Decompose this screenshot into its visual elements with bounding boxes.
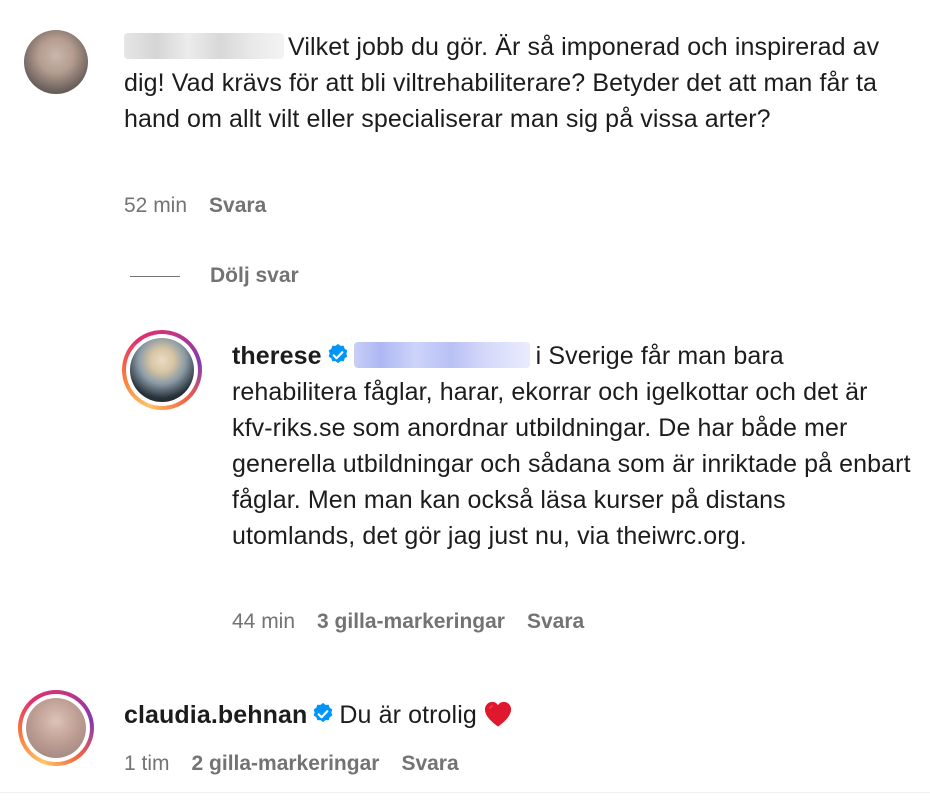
reply-username[interactable]: therese (232, 342, 322, 370)
story-ring (126, 334, 198, 406)
reply-button[interactable]: Svara (527, 610, 584, 633)
comment-body: claudia.behnan Du är otrolig (124, 697, 914, 733)
heart-emoji-icon (484, 701, 511, 727)
redacted-mention-link[interactable] (353, 342, 530, 368)
comment-text: Du är otrolig (339, 701, 477, 729)
likes-count-button[interactable]: 3 gilla-markeringar (317, 610, 505, 633)
reply-body: therese i Sverige får man bara rehabilite… (232, 338, 912, 554)
therese-avatar[interactable] (122, 330, 202, 410)
bottom-divider (0, 792, 930, 793)
redacted-username[interactable] (124, 33, 284, 59)
reply-timestamp[interactable]: 44 min (232, 610, 295, 633)
comment-body: Vilket jobb du gör. Är så imponerad och … (124, 29, 914, 137)
comment-timestamp[interactable]: 1 tim (124, 752, 170, 775)
claudia-avatar[interactable] (18, 690, 94, 766)
story-ring (22, 694, 90, 762)
comment-username[interactable]: claudia.behnan (124, 701, 307, 729)
hide-replies-button[interactable]: Dölj svar (130, 262, 299, 290)
verified-badge-icon (314, 702, 333, 723)
commenter-avatar[interactable] (24, 30, 88, 94)
reply-text: i Sverige får man bara rehabilitera fågl… (232, 342, 911, 550)
hide-replies-label: Dölj svar (210, 264, 299, 287)
comment-meta: 1 tim 2 gilla-markeringar Svara (124, 750, 481, 778)
avatar-photo (26, 698, 86, 758)
verified-badge-icon (328, 343, 347, 364)
likes-count-button[interactable]: 2 gilla-markeringar (192, 752, 380, 775)
reply-button[interactable]: Svara (401, 752, 458, 775)
reply-button[interactable]: Svara (209, 194, 266, 217)
divider (130, 275, 180, 277)
avatar-photo (130, 338, 194, 402)
reply-meta: 44 min 3 gilla-markeringar Svara (232, 608, 606, 636)
comment-meta: 52 min Svara (124, 192, 288, 220)
comment-timestamp[interactable]: 52 min (124, 194, 187, 217)
